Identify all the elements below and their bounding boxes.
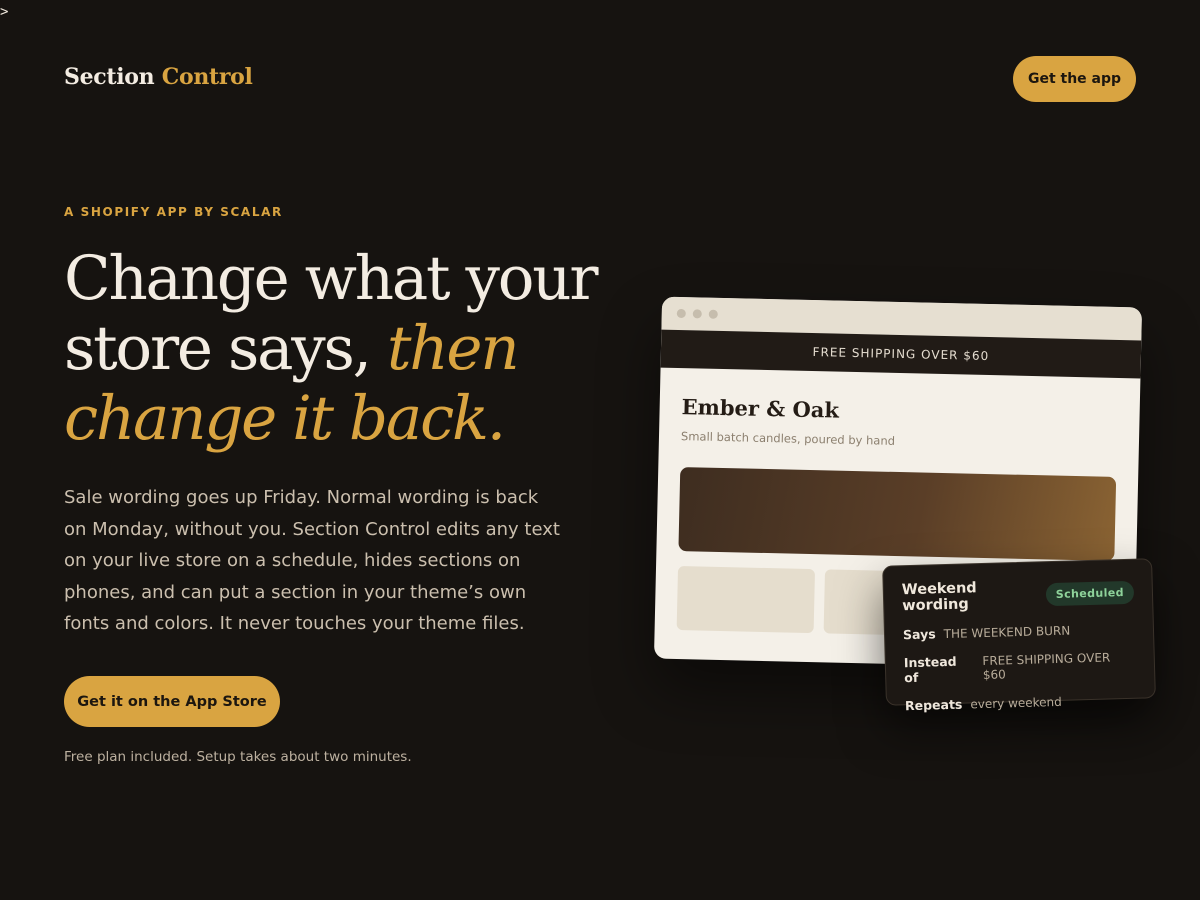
brand-name-first: Section: [64, 64, 155, 90]
schedule-row-value: FREE SHIPPING OVER $60: [982, 650, 1111, 683]
fine-print: Free plan included. Setup takes about tw…: [64, 749, 412, 765]
headline-accent-change-back: change it back.: [64, 383, 506, 454]
headline-accent-then: then: [387, 313, 520, 384]
hero-description: Sale wording goes up Friday. Normal word…: [64, 487, 560, 634]
headline-line-1: Change what your: [64, 243, 599, 314]
status-badge: Scheduled: [1045, 580, 1135, 606]
schedule-row: Says THE WEEKEND BURN: [902, 621, 1135, 643]
product-card: [676, 566, 816, 634]
window-dot-icon: [692, 309, 702, 319]
eyebrow-label: A SHOPIFY APP BY SCALAR: [64, 205, 283, 219]
get-the-app-button[interactable]: Get the app: [1013, 56, 1136, 102]
window-dot-icon: [708, 309, 718, 319]
store-name: Ember & Oak: [681, 394, 840, 423]
schedule-card-header: Weekend wording Scheduled: [902, 576, 1135, 614]
store-hero-image: [678, 467, 1117, 561]
brand-name-second: Control: [161, 64, 253, 90]
schedule-row: Instead of FREE SHIPPING OVER $60: [904, 649, 1137, 685]
headline-line-2: store says,: [64, 313, 388, 384]
schedule-row-value: THE WEEKEND BURN: [943, 623, 1071, 642]
app-store-button[interactable]: Get it on the App Store: [64, 676, 280, 727]
brand-logo[interactable]: Section Control: [64, 64, 253, 90]
window-dot-icon: [676, 308, 686, 319]
schedule-card: Weekend wording Scheduled Says THE WEEKE…: [882, 558, 1156, 713]
schedule-row-label: Repeats: [904, 696, 963, 714]
hero-headline: Change what your store says, then change…: [64, 244, 644, 454]
store-tagline: Small batch candles, poured by hand: [680, 429, 896, 448]
schedule-row: Repeats every weekend: [905, 692, 1137, 713]
schedule-title: Weekend wording: [901, 580, 977, 615]
schedule-row-label: Instead of: [903, 653, 957, 686]
corner-caret: >: [0, 4, 9, 20]
schedule-row-value: every weekend: [970, 694, 1062, 712]
schedule-row-label: Says: [902, 626, 936, 643]
